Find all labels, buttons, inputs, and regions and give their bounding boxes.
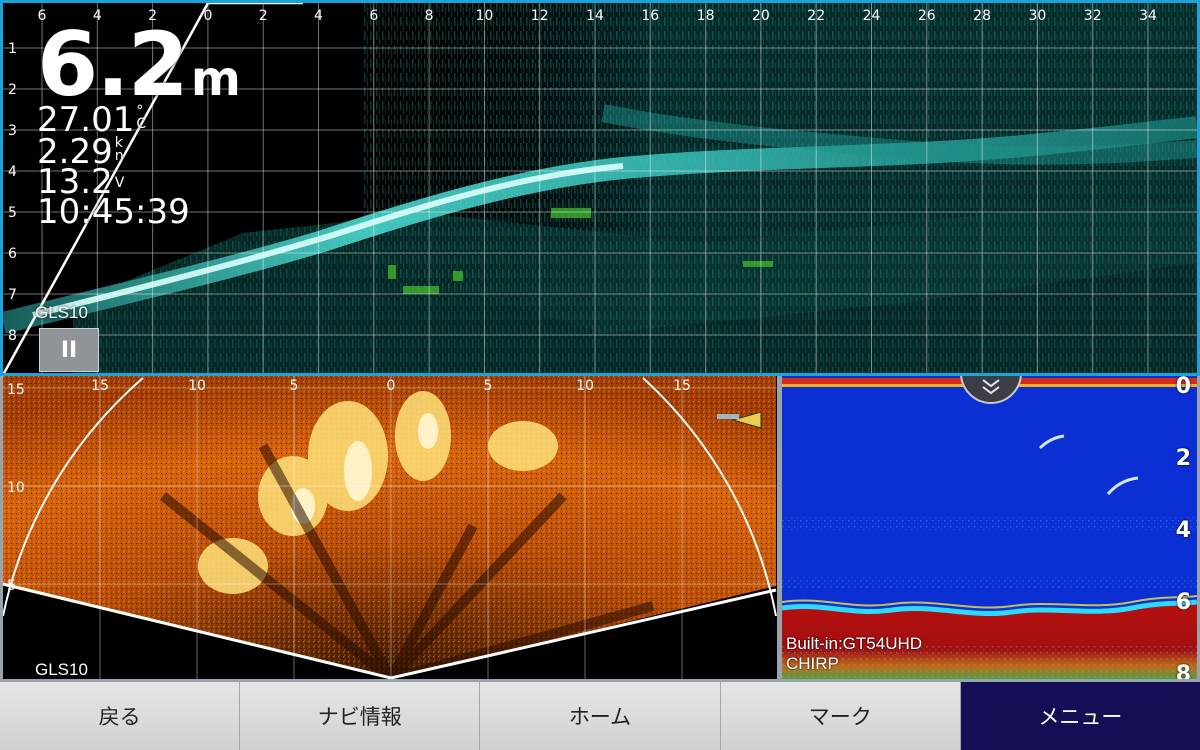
depth-scale-tick: 8 — [1175, 662, 1191, 682]
top-x-tick: 6 — [369, 8, 378, 24]
mark-button[interactable]: マーク — [720, 682, 961, 750]
menu-button[interactable]: メニュー — [960, 682, 1200, 750]
live-y-tick: 10 — [7, 480, 25, 496]
live-x-tick: 5 — [290, 378, 299, 394]
top-x-tick: 34 — [1139, 8, 1157, 24]
navi-info-button[interactable]: ナビ情報 — [240, 682, 481, 750]
water-temp-unit-bottom: C — [136, 115, 147, 132]
depth-scale-tick: 0 — [1175, 376, 1191, 399]
top-y-tick: 4 — [8, 164, 17, 180]
top-y-tick: 2 — [8, 82, 17, 98]
top-y-tick: 8 — [8, 328, 17, 344]
top-y-tick: 1 — [8, 41, 17, 57]
depth-scale-tick: 6 — [1175, 590, 1191, 615]
live-x-tick: 15 — [673, 378, 691, 394]
top-x-tick: 28 — [973, 8, 991, 24]
bottom-nav-bar: 戻る ナビ情報 ホーム マーク メニュー — [0, 682, 1200, 750]
live-x-tick: 10 — [188, 378, 206, 394]
top-x-tick: 10 — [475, 8, 493, 24]
home-button[interactable]: ホーム — [480, 682, 721, 750]
top-x-tick: 24 — [863, 8, 881, 24]
depth-unit: m — [190, 51, 241, 107]
top-x-tick: 8 — [425, 8, 434, 24]
live-y-tick: 15 — [7, 382, 25, 398]
clock-readout: 10:45:39 — [37, 192, 190, 232]
top-y-tick: 6 — [8, 246, 17, 262]
top-x-tick: 18 — [697, 8, 715, 24]
sonar-mode-label: CHIRP — [786, 654, 839, 673]
pause-button[interactable]: II — [39, 328, 99, 372]
top-x-tick: 12 — [531, 8, 549, 24]
forward-livescope-panel[interactable]: 15 10 5 0 5 10 15 15 10 5 GLS10 — [0, 376, 780, 682]
back-button[interactable]: 戻る — [0, 682, 241, 750]
live-x-tick: 5 — [484, 378, 493, 394]
sonar-source-label: Built-in:GT54UHD — [786, 634, 923, 653]
depth-scale-tick: 2 — [1175, 446, 1191, 471]
top-source-label: GLS10 — [35, 303, 88, 322]
depth-readout: 6.2m — [37, 21, 241, 109]
top-x-tick: 16 — [641, 8, 659, 24]
top-x-tick: 26 — [918, 8, 936, 24]
live-x-tick: 10 — [576, 378, 594, 394]
live-source-label: GLS10 — [35, 660, 88, 679]
top-x-tick: 4 — [314, 8, 323, 24]
live-y-tick: 5 — [7, 578, 16, 594]
top-y-tick: 7 — [8, 287, 17, 303]
top-x-tick: 2 — [259, 8, 268, 24]
top-x-tick: 32 — [1084, 8, 1102, 24]
top-x-tick: 14 — [586, 8, 604, 24]
sideview-sonar-panel[interactable]: 6 4 2 0 2 4 6 8 10 12 14 16 18 20 22 24 26 28 30 32 34 12345… — [0, 0, 1200, 376]
top-y-tick: 5 — [8, 205, 17, 221]
top-x-tick: 30 — [1028, 8, 1046, 24]
forward-sonar-image: 15 10 5 0 5 10 15 15 10 5 — [3, 376, 777, 679]
live-x-tick: 15 — [91, 378, 109, 394]
top-y-tick: 3 — [8, 123, 17, 139]
chirp-sonar-panel[interactable]: 0 2 4 6 8 Built-in:GT54UHD CHIRP — [780, 376, 1200, 682]
top-x-tick: 22 — [807, 8, 825, 24]
speed-unit-bottom: n — [114, 147, 124, 164]
live-x-tick: 0 — [387, 378, 396, 394]
top-x-tick: 20 — [752, 8, 770, 24]
voltage-unit: V — [114, 175, 125, 191]
depth-scale-tick: 4 — [1175, 518, 1191, 543]
